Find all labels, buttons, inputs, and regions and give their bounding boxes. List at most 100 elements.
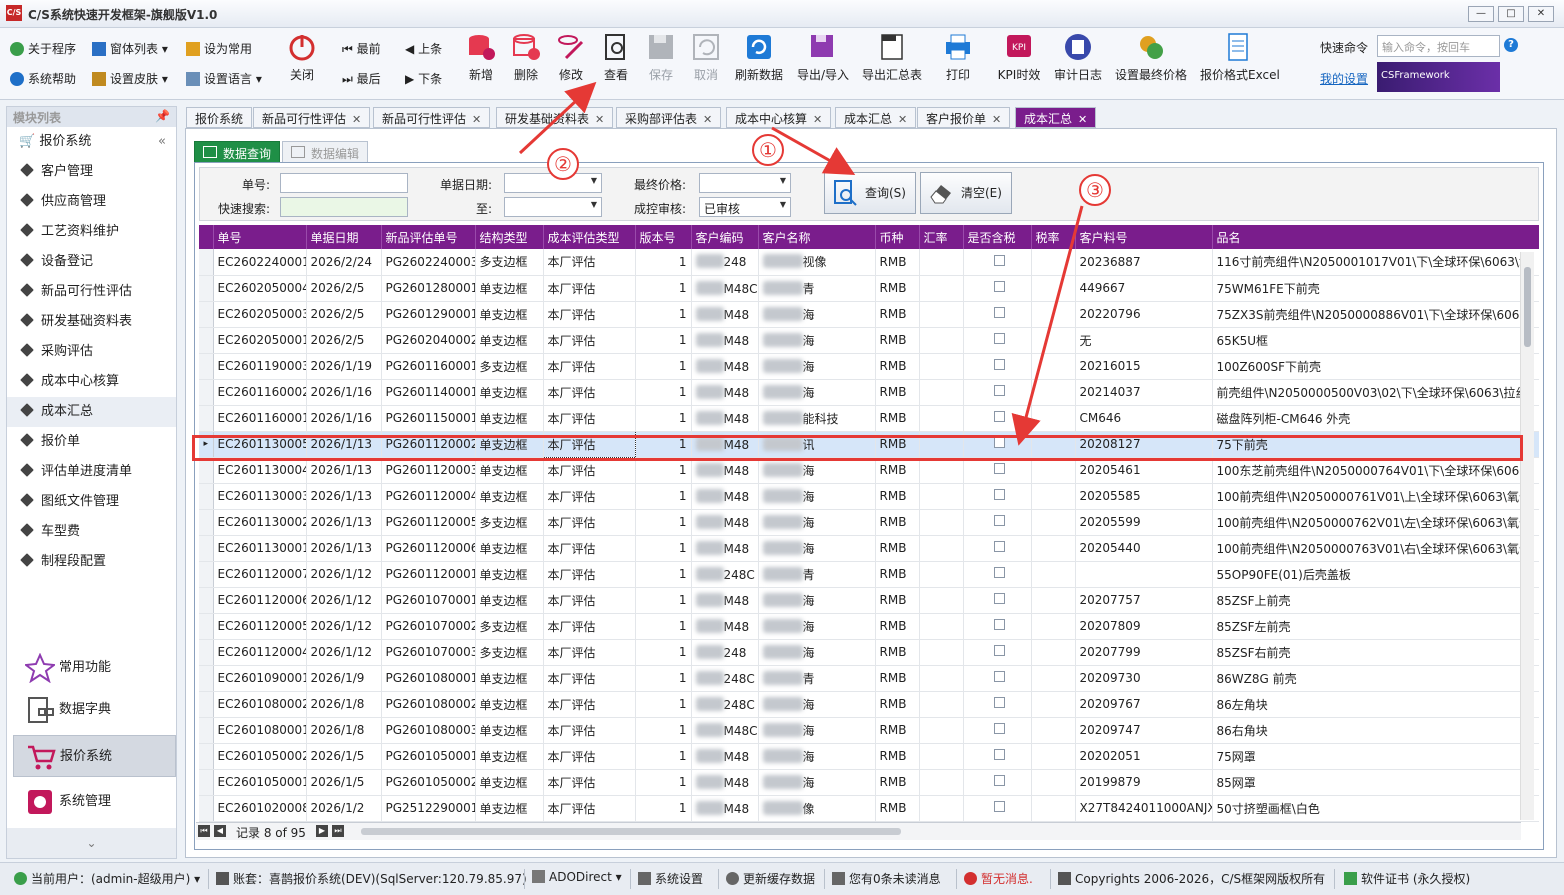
table-cell[interactable]: 多支边框 xyxy=(475,249,544,276)
export-summary-button[interactable]: 导出汇总表 xyxy=(860,32,924,83)
table-cell[interactable] xyxy=(919,691,964,718)
help-icon[interactable]: ? xyxy=(1504,38,1518,52)
table-cell[interactable] xyxy=(1031,509,1076,536)
table-cell[interactable]: 86WZ8G 前壳 xyxy=(1212,665,1539,692)
scrollbar-thumb[interactable] xyxy=(1524,267,1531,347)
row-indicator[interactable] xyxy=(199,301,214,328)
table-cell[interactable]: 2026/1/8 xyxy=(306,717,382,744)
query-button[interactable]: 查询(S) xyxy=(824,172,916,214)
table-cell[interactable] xyxy=(1031,301,1076,328)
edit-button[interactable]: 修改 xyxy=(555,32,587,83)
table-cell[interactable]: 海 xyxy=(758,535,876,562)
tax-included-checkbox[interactable] xyxy=(993,775,1005,786)
table-cell[interactable] xyxy=(963,587,1032,614)
tax-included-checkbox[interactable] xyxy=(993,385,1005,396)
table-cell[interactable]: 1 xyxy=(635,639,692,666)
table-cell[interactable]: M48 xyxy=(691,509,759,536)
table-cell[interactable] xyxy=(963,353,1032,380)
column-header[interactable]: 单号 xyxy=(213,225,307,249)
table-cell[interactable]: 1 xyxy=(635,795,692,822)
table-cell[interactable]: PG2601120003 xyxy=(381,457,476,484)
table-cell[interactable]: 海 xyxy=(758,483,876,510)
column-header[interactable]: 是否含税 xyxy=(963,225,1032,249)
table-cell[interactable]: 2026/1/13 xyxy=(306,457,382,484)
table-cell[interactable]: 无 xyxy=(1075,327,1213,354)
table-cell[interactable] xyxy=(963,795,1032,822)
row-indicator[interactable] xyxy=(199,327,214,354)
table-cell[interactable]: PG2601120002 xyxy=(381,431,476,458)
table-cell[interactable]: 85网罩 xyxy=(1212,769,1539,796)
table-cell[interactable]: PG2601120005 xyxy=(381,509,476,536)
column-header[interactable]: 币种 xyxy=(875,225,920,249)
table-cell[interactable] xyxy=(963,769,1032,796)
table-cell[interactable]: 海 xyxy=(758,769,876,796)
kpi-button[interactable]: KPI KPI时效 xyxy=(996,32,1042,83)
final-price-select[interactable]: ▼ xyxy=(699,173,791,193)
row-indicator[interactable] xyxy=(199,535,214,562)
row-indicator[interactable] xyxy=(199,249,214,276)
table-cell[interactable]: 1 xyxy=(635,379,692,406)
table-cell[interactable]: 2026/1/12 xyxy=(306,639,382,666)
table-cell[interactable]: 1 xyxy=(635,587,692,614)
row-indicator[interactable] xyxy=(199,613,214,640)
table-cell[interactable] xyxy=(963,405,1032,432)
table-cell[interactable]: 单支边框 xyxy=(475,561,544,588)
first-record-button[interactable]: ⏮ 最前 xyxy=(342,38,381,60)
table-row[interactable]: EC2601120006 2026/1/12 PG2601070001 单支边框 本厂评… xyxy=(199,587,1539,614)
table-cell[interactable]: M48 xyxy=(691,457,759,484)
sidebar-item[interactable]: 成本中心核算 xyxy=(7,367,176,397)
table-cell[interactable] xyxy=(919,457,964,484)
table-cell[interactable]: 海 xyxy=(758,613,876,640)
quick-search-input[interactable] xyxy=(280,197,408,217)
table-cell[interactable]: 单支边框 xyxy=(475,431,544,458)
table-cell[interactable]: 海 xyxy=(758,717,876,744)
table-cell[interactable]: 20205461 xyxy=(1075,457,1213,484)
table-cell[interactable]: 本厂评估 xyxy=(543,353,636,380)
table-cell[interactable]: RMB xyxy=(875,743,920,770)
table-cell[interactable]: 本厂评估 xyxy=(543,561,636,588)
table-cell[interactable]: 单支边框 xyxy=(475,587,544,614)
table-cell[interactable] xyxy=(1031,691,1076,718)
table-cell[interactable]: EC2602240001 xyxy=(213,249,307,276)
table-cell[interactable]: PG2601080001 xyxy=(381,665,476,692)
delete-button[interactable]: 删除 xyxy=(510,32,542,83)
table-cell[interactable] xyxy=(963,275,1032,302)
table-cell[interactable]: 86右角块 xyxy=(1212,717,1539,744)
table-cell[interactable]: 海 xyxy=(758,327,876,354)
table-cell[interactable]: 1 xyxy=(635,431,692,458)
table-cell[interactable] xyxy=(919,561,964,588)
table-cell[interactable]: 2026/1/12 xyxy=(306,587,382,614)
sidebar-item[interactable]: 新品可行性评估 xyxy=(7,277,176,307)
table-cell[interactable]: RMB xyxy=(875,483,920,510)
table-cell[interactable]: EC2601090001 xyxy=(213,665,307,692)
row-indicator[interactable] xyxy=(199,743,214,770)
tax-included-checkbox[interactable] xyxy=(993,567,1005,578)
document-tab[interactable]: 采购部评估表 ✕ xyxy=(616,107,722,128)
table-cell[interactable]: 讯 xyxy=(758,431,876,458)
set-final-price-button[interactable]: 设置最终价格 xyxy=(1114,32,1188,83)
table-cell[interactable] xyxy=(919,587,964,614)
column-header[interactable]: 成本评估类型 xyxy=(543,225,636,249)
table-cell[interactable]: EC2601050001 xyxy=(213,769,307,796)
table-cell[interactable] xyxy=(1031,431,1076,458)
clear-button[interactable]: 清空(E) xyxy=(920,172,1012,214)
table-row[interactable]: EC2601050001 2026/1/5 PG2601050002 单支边框 本厂评估… xyxy=(199,769,1539,796)
sidebar-item[interactable]: 成本汇总 xyxy=(7,397,176,427)
table-cell[interactable]: PG2601080003 xyxy=(381,717,476,744)
table-cell[interactable]: M48 xyxy=(691,405,759,432)
table-cell[interactable]: 2026/1/13 xyxy=(306,483,382,510)
table-row[interactable]: EC2601160002 2026/1/16 PG2601140001 单支边框 本厂评… xyxy=(199,379,1539,406)
table-cell[interactable] xyxy=(1031,613,1076,640)
table-cell[interactable] xyxy=(1031,353,1076,380)
table-cell[interactable] xyxy=(919,717,964,744)
document-tab[interactable]: 成本汇总 ✕ xyxy=(1015,107,1097,128)
table-cell[interactable]: 单支边框 xyxy=(475,483,544,510)
table-cell[interactable]: 1 xyxy=(635,275,692,302)
table-cell[interactable] xyxy=(1031,795,1076,822)
table-cell[interactable]: PG2601080002 xyxy=(381,691,476,718)
audit-log-button[interactable]: 审计日志 xyxy=(1053,32,1103,83)
table-row[interactable]: EC2602240001 2026/2/24 PG2602240003 多支边框 本厂评… xyxy=(199,249,1539,276)
table-cell[interactable]: 1 xyxy=(635,509,692,536)
table-cell[interactable]: RMB xyxy=(875,379,920,406)
tax-included-checkbox[interactable] xyxy=(993,749,1005,760)
